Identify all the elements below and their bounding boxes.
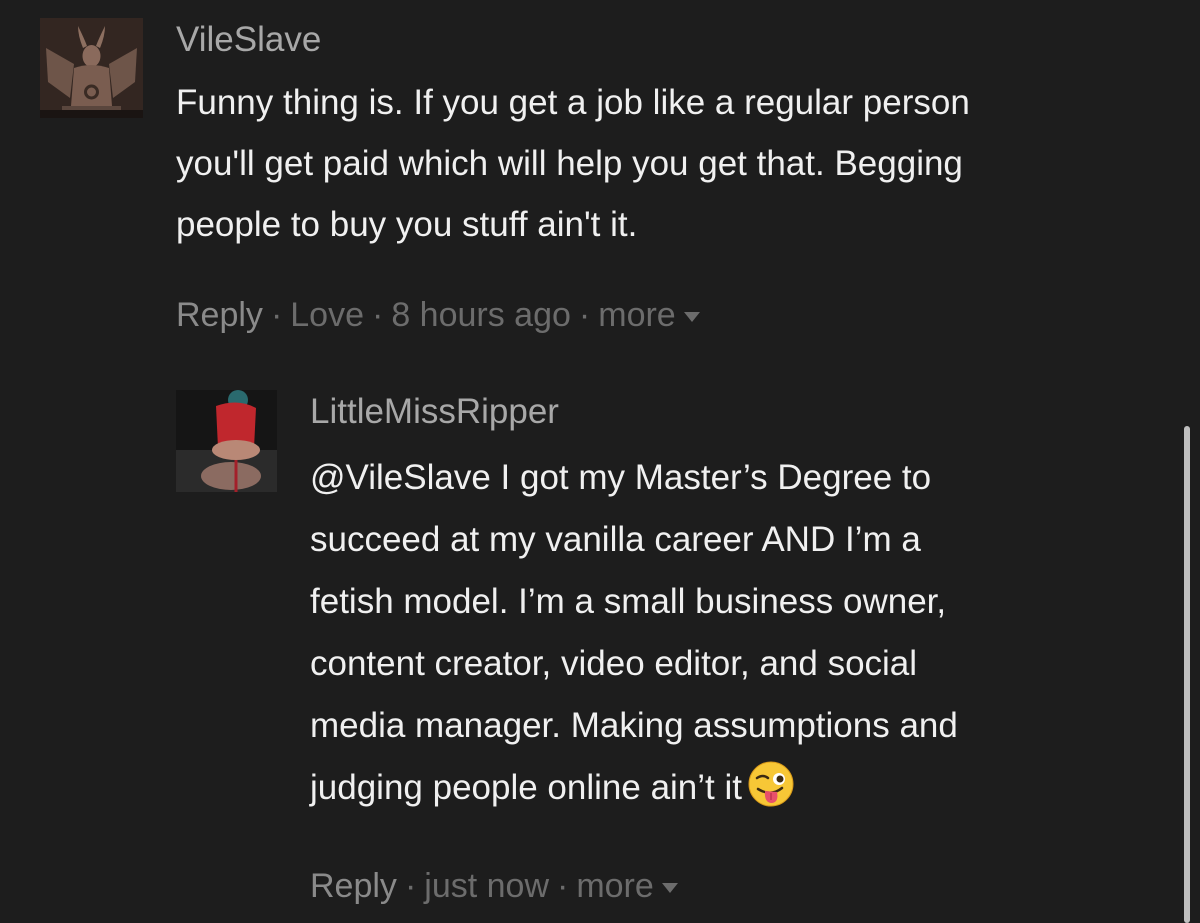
winking-face-with-tongue-icon xyxy=(748,761,794,827)
chevron-down-icon[interactable] xyxy=(661,883,678,893)
separator: · xyxy=(557,867,569,905)
comment-text: Funny thing is. If you get a job like a … xyxy=(176,83,970,244)
user-photo-avatar-icon xyxy=(176,390,277,492)
separator: · xyxy=(578,296,591,334)
scrollbar[interactable] xyxy=(1184,426,1190,923)
comment: VileSlave Funny thing is. If you get a j… xyxy=(40,18,1160,337)
avatar[interactable] xyxy=(40,18,143,118)
reply-button[interactable]: Reply xyxy=(176,293,263,337)
comment-text: @VileSlave I got my Master’s Degree to s… xyxy=(310,447,1156,827)
love-button[interactable]: Love xyxy=(290,293,364,337)
reply-comment: LittleMissRipper @VileSlave I got my Mas… xyxy=(176,390,1156,908)
comment-actions: Reply · just now · more xyxy=(310,864,1156,908)
separator: · xyxy=(404,867,417,905)
goat-idol-avatar-icon xyxy=(40,18,143,118)
username[interactable]: VileSlave xyxy=(176,18,1160,62)
chevron-down-icon[interactable] xyxy=(683,312,700,322)
avatar[interactable] xyxy=(176,390,277,492)
comment-actions: Reply · Love · 8 hours ago · more xyxy=(176,293,1160,337)
separator: · xyxy=(372,296,384,334)
more-button[interactable]: more xyxy=(576,864,653,908)
separator: · xyxy=(270,296,283,334)
timestamp: 8 hours ago xyxy=(391,296,571,334)
comment-body: VileSlave Funny thing is. If you get a j… xyxy=(176,18,1160,337)
comment-body: LittleMissRipper @VileSlave I got my Mas… xyxy=(310,390,1156,908)
reply-button[interactable]: Reply xyxy=(310,864,397,908)
more-button[interactable]: more xyxy=(598,293,675,337)
timestamp: just now xyxy=(424,867,549,905)
username[interactable]: LittleMissRipper xyxy=(310,390,1156,434)
comment-text-content: @VileSlave I got my Master’s Degree to s… xyxy=(310,458,958,807)
